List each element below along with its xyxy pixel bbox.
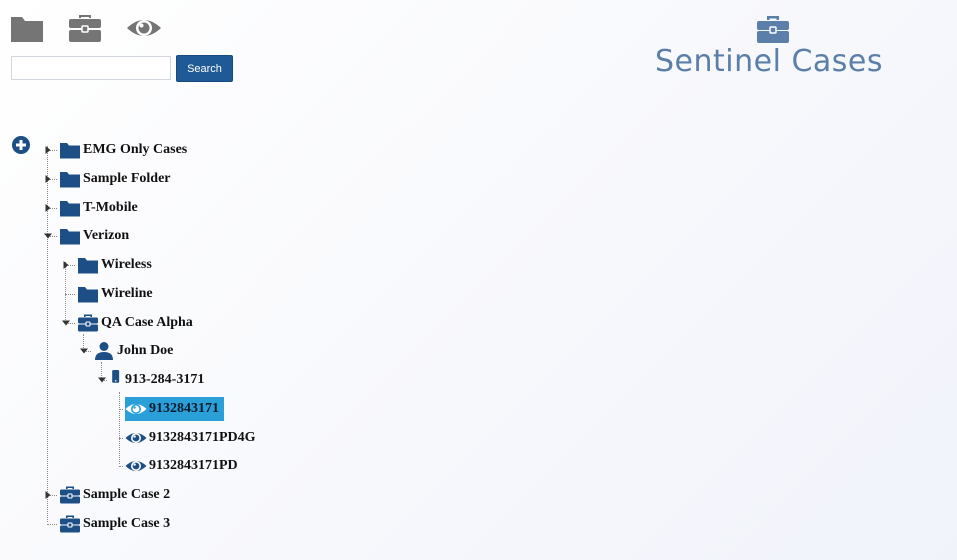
tree-node-label: T-Mobile xyxy=(83,199,138,215)
search-input[interactable] xyxy=(11,56,171,80)
tree-node-label: EMG Only Cases xyxy=(83,142,188,157)
tree-node[interactable]: EMG Only Cases xyxy=(59,138,187,162)
tree-node[interactable]: T-Mobile xyxy=(59,196,138,220)
tree-node[interactable]: Sample Case 2 xyxy=(59,483,170,507)
tree-node[interactable]: 9132843171PD xyxy=(125,454,238,478)
expand-toggle-icon[interactable] xyxy=(44,203,52,212)
folder-icon xyxy=(59,140,81,160)
collapse-toggle-icon[interactable] xyxy=(80,347,88,355)
tree-node[interactable]: John Doe xyxy=(93,339,173,363)
tree-node-label: Sample Case 2 xyxy=(83,487,171,502)
expand-toggle-icon[interactable] xyxy=(44,146,52,154)
tree-node[interactable]: 913-284-3171 xyxy=(109,368,204,392)
expand-toggle-icon[interactable] xyxy=(44,491,52,499)
tree-node[interactable]: Verizon xyxy=(59,224,129,248)
eye-icon xyxy=(125,456,147,476)
tree-connector-line xyxy=(119,466,123,468)
folder-icon xyxy=(59,198,81,218)
tree-node-label: 9132843171PD4G xyxy=(149,429,256,445)
page-title: Sentinel Cases xyxy=(655,44,884,79)
tree-node-label: Wireless xyxy=(101,257,152,272)
eye-icon xyxy=(125,399,147,419)
phone-icon xyxy=(109,370,123,390)
eye-icon xyxy=(125,428,147,448)
tree-node[interactable]: Sample Folder xyxy=(59,167,171,191)
tree-node[interactable]: Wireline xyxy=(77,282,153,306)
tree-node-label: 9132843171PD xyxy=(149,458,238,474)
tree-node-label: John Doe xyxy=(117,343,174,359)
expand-toggle-icon[interactable] xyxy=(44,174,52,183)
tree-node[interactable]: 9132843171 xyxy=(125,396,224,421)
briefcase-icon xyxy=(59,514,81,534)
collapse-toggle-icon[interactable] xyxy=(62,319,70,327)
folder-icon xyxy=(77,255,99,275)
tree-node[interactable]: Sample Case 3 xyxy=(59,512,170,536)
folder-icon xyxy=(77,284,99,304)
tree-node-label: 913-284-3171 xyxy=(125,372,205,387)
expand-toggle-icon[interactable] xyxy=(62,261,70,269)
tree-connector-line xyxy=(47,523,57,525)
tree-connector-line xyxy=(65,293,75,295)
tree-connector-line xyxy=(83,334,84,348)
collapse-toggle-icon[interactable] xyxy=(98,376,106,384)
tree-node[interactable]: 9132843171PD4G xyxy=(125,426,256,450)
search-button[interactable]: Search xyxy=(176,55,233,82)
tree-node[interactable]: QA Case Alpha xyxy=(77,311,193,335)
folder-icon xyxy=(59,226,81,246)
briefcase-icon xyxy=(59,485,81,505)
tree-connector-line xyxy=(47,146,48,522)
folder-icon xyxy=(59,169,81,189)
tree-connector-line xyxy=(119,392,120,464)
tree-node-label: 9132843171 xyxy=(149,400,219,416)
tree-node-label: Verizon xyxy=(83,228,130,244)
tree-node-label: QA Case Alpha xyxy=(101,314,193,330)
add-circle-icon[interactable] xyxy=(12,136,30,154)
briefcase-icon xyxy=(77,313,99,333)
user-icon xyxy=(93,341,115,361)
collapse-toggle-icon[interactable] xyxy=(44,232,52,240)
eye-icon[interactable] xyxy=(126,12,162,44)
tree-node-label: Wireline xyxy=(101,285,153,301)
tree-connector-line xyxy=(119,437,123,439)
briefcase-icon[interactable] xyxy=(67,12,103,44)
briefcase-icon xyxy=(757,16,789,43)
tree-connector-line xyxy=(119,408,123,410)
tree-node-label: Sample Folder xyxy=(83,170,171,186)
tree-node[interactable]: Wireless xyxy=(77,253,152,277)
tree-connector-line xyxy=(65,262,66,322)
tree-node-label: Sample Case 3 xyxy=(83,515,171,531)
folder-icon[interactable] xyxy=(9,12,45,44)
